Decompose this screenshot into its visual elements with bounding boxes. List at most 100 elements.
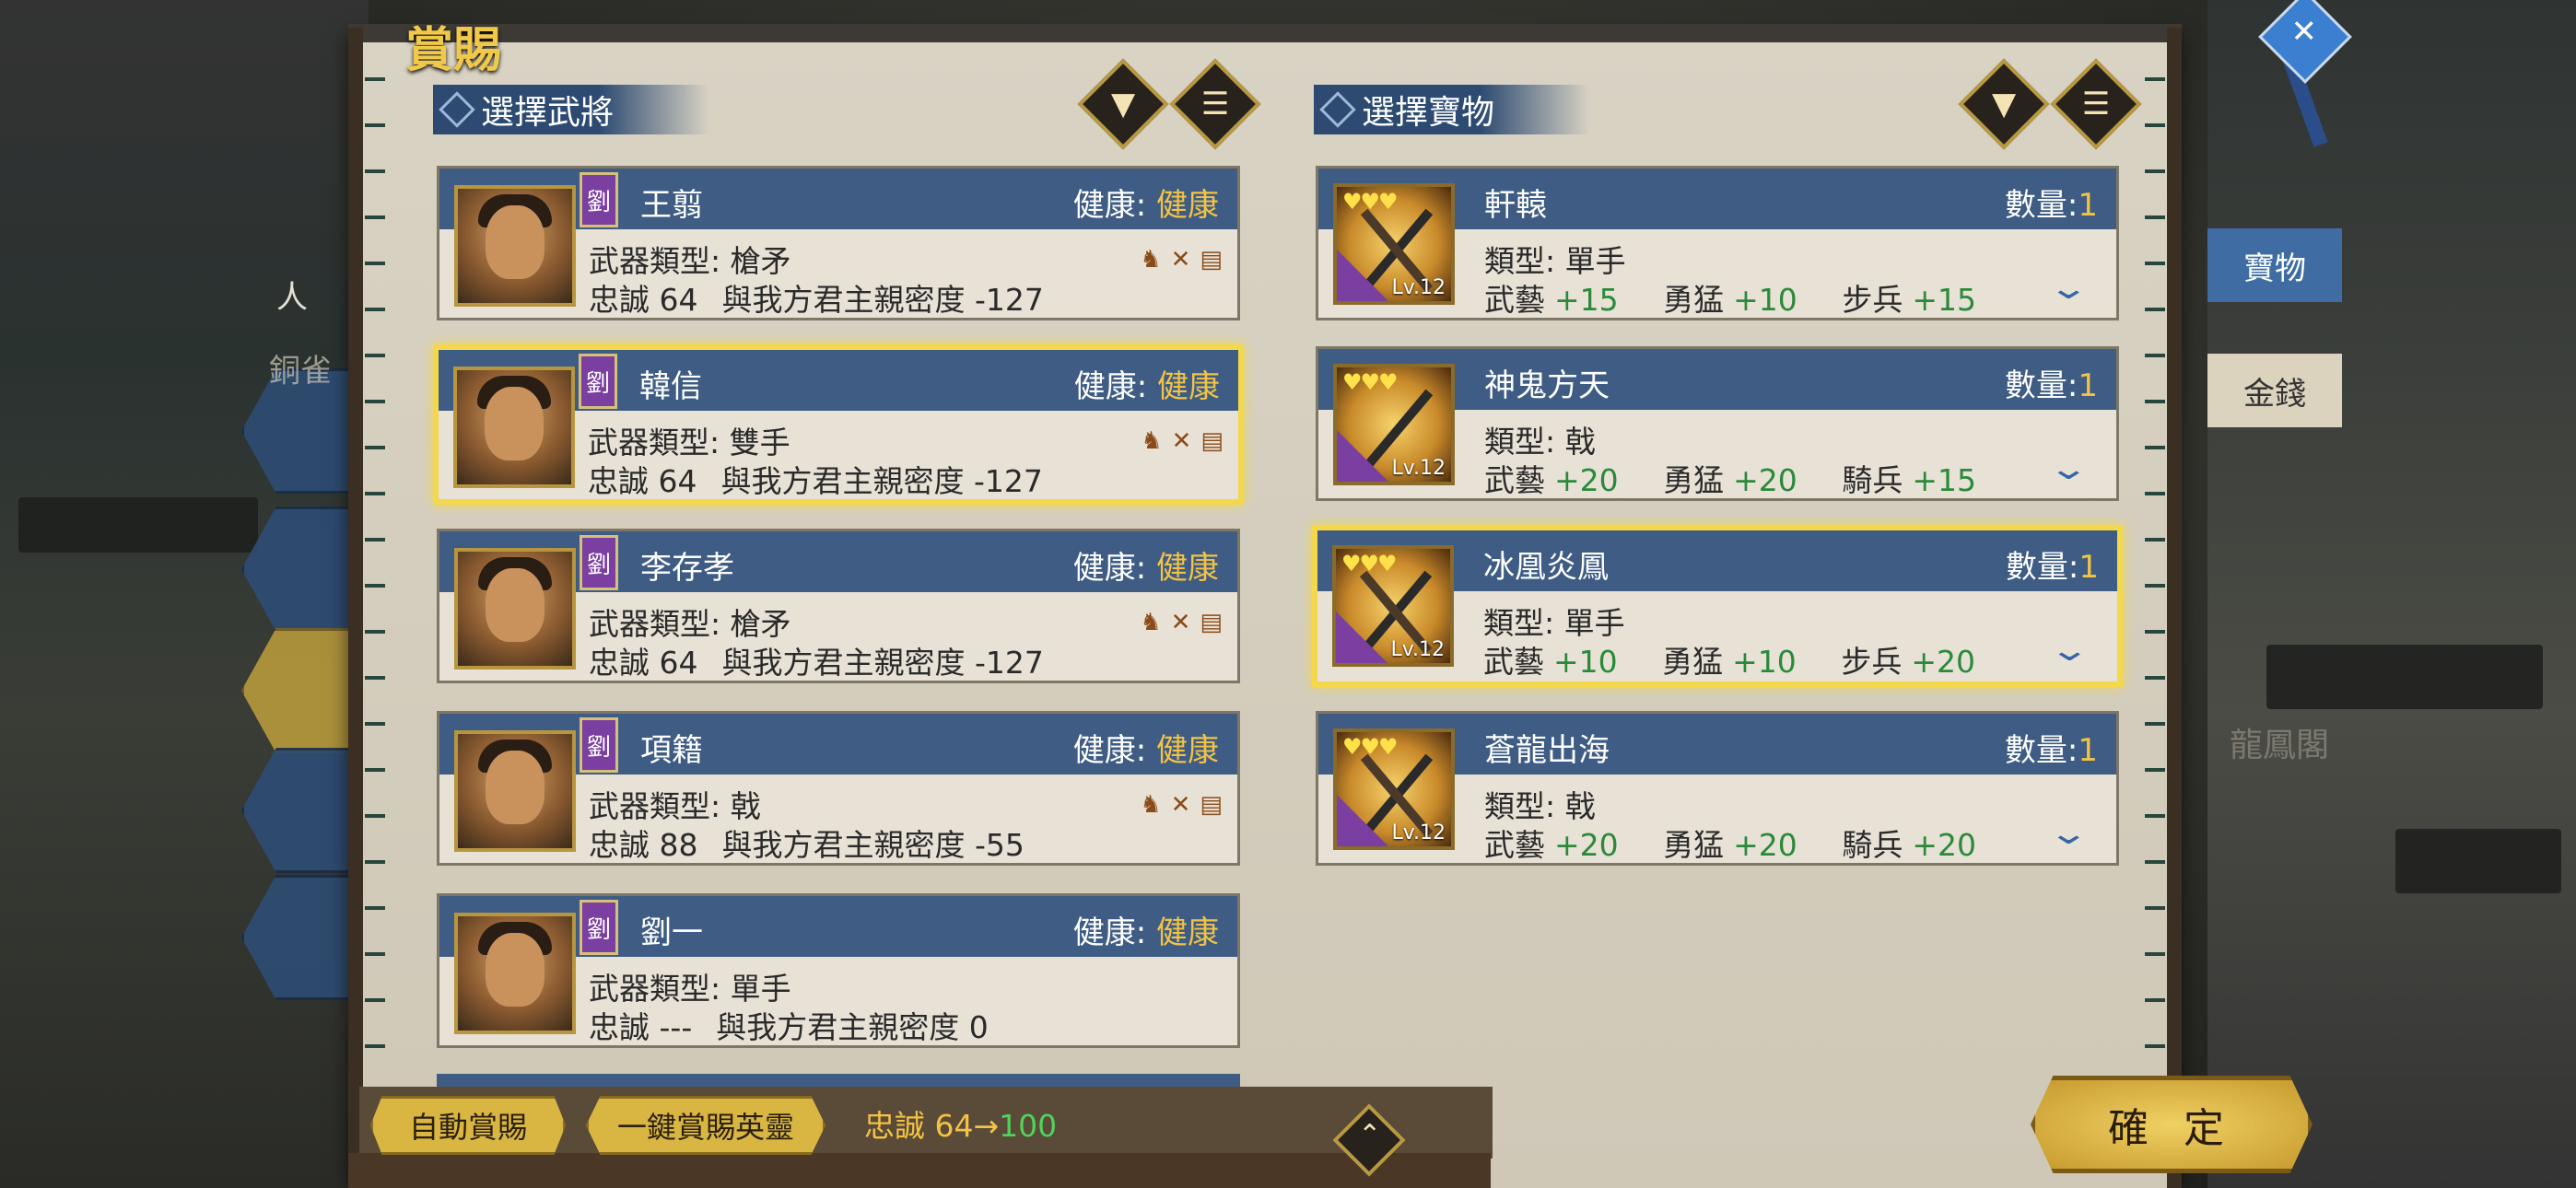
- scroll-rod-right: [2167, 28, 2182, 1188]
- list-icon: ☰: [2081, 85, 2111, 122]
- health-status: 健康: 健康: [1072, 550, 1219, 587]
- armor-icon: ▤: [1200, 246, 1223, 274]
- bottom-beam: [348, 1153, 1491, 1188]
- loyalty-intimacy: 忠誠 64 與我方君主親密度 -127: [589, 282, 1044, 318]
- panel-top-rod: [348, 24, 2182, 42]
- crossed-weapons-icon: ✕: [1170, 791, 1191, 819]
- items-section-header: 選擇寶物: [1314, 85, 1590, 134]
- horse-icon: ♞: [1141, 427, 1163, 455]
- next-card-peek: [437, 1074, 1240, 1087]
- background-building-label: 龍鳳閣: [2230, 727, 2330, 764]
- chain-right: [2145, 55, 2165, 1160]
- chain-left: [365, 55, 385, 1160]
- item-type: 類型: 單手: [1484, 243, 1626, 279]
- one-click-reward-button[interactable]: 一鍵賞賜英靈: [586, 1096, 825, 1155]
- background-roof: [2395, 829, 2561, 893]
- armor-icon: ▤: [1200, 609, 1223, 636]
- items-section-title: 選擇寶物: [1362, 94, 1495, 132]
- chevron-up-icon: ⌃: [1358, 1118, 1382, 1151]
- weapon-type: 武器類型: 雙手: [588, 425, 790, 460]
- general-name: 李存孝: [640, 550, 734, 587]
- halberd-icon: ♥♥♥ Lv.12: [1333, 364, 1455, 485]
- general-card[interactable]: 劉 李存孝 健康: 健康 武器類型: 槍矛 忠誠 64 與我方君主親密度 -127…: [437, 529, 1240, 683]
- general-name: 韓信: [639, 368, 702, 405]
- crossed-halberds-icon: ♥♥♥ Lv.12: [1333, 728, 1455, 850]
- item-type: 類型: 戟: [1484, 424, 1596, 460]
- chevron-down-icon[interactable]: ⌄: [2047, 270, 2090, 307]
- armor-icon: ▤: [1200, 427, 1224, 455]
- faction-badge: 劉: [580, 172, 618, 227]
- loyalty-intimacy: 忠誠 64 與我方君主親密度 -127: [589, 645, 1044, 681]
- item-name: 軒轅: [1484, 187, 1547, 224]
- health-status: 健康: 健康: [1073, 368, 1220, 405]
- item-quantity: 數量:1: [2004, 732, 2098, 769]
- tab-treasure[interactable]: 寶物: [2207, 228, 2342, 302]
- armor-icon: ▤: [1200, 791, 1223, 819]
- item-card-selected[interactable]: ♥♥♥ Lv.12 冰凰炎鳳 數量:1 類型: 單手 武藝 +10 勇猛 +10 步兵…: [1312, 525, 2123, 687]
- generals-section-header: 選擇武將: [433, 85, 709, 134]
- horse-icon: ♞: [1140, 791, 1162, 819]
- general-card[interactable]: 劉 劉一 健康: 健康 武器類型: 單手 忠誠 --- 與我方君主親密度 0: [437, 893, 1240, 1048]
- trait-icons: ♞ ✕ ▤: [1141, 427, 1224, 455]
- item-card[interactable]: ♥♥♥ Lv.12 神鬼方天 數量:1 類型: 戟 武藝 +20 勇猛 +20 騎兵 +…: [1316, 346, 2119, 501]
- filter-icon: ▼: [1110, 86, 1136, 122]
- tab-money[interactable]: 金錢: [2207, 354, 2342, 427]
- list-icon: ☰: [1200, 85, 1230, 122]
- general-name: 王翦: [640, 187, 703, 224]
- chevron-down-icon[interactable]: ⌄: [2047, 815, 2090, 852]
- general-portrait: [454, 548, 576, 670]
- weapon-type: 武器類型: 槍矛: [589, 243, 791, 279]
- general-card[interactable]: 劉 項籍 健康: 健康 武器類型: 戟 忠誠 88 與我方君主親密度 -55 ♞ ✕…: [437, 711, 1240, 866]
- faction-badge: 劉: [580, 900, 618, 955]
- twin-swords-icon: ♥♥♥ Lv.12: [1332, 545, 1454, 667]
- background-right-scenery: [2207, 0, 2576, 1188]
- background-roof: [2266, 645, 2543, 709]
- general-portrait: [454, 185, 576, 307]
- general-name: 劉一: [640, 914, 703, 951]
- weapon-type: 武器類型: 單手: [589, 971, 791, 1007]
- item-quantity: 數量:1: [2004, 367, 2098, 404]
- horse-icon: ♞: [1140, 246, 1162, 274]
- general-card[interactable]: 劉 王翦 健康: 健康 武器類型: 槍矛 忠誠 64 與我方君主親密度 -127 …: [437, 166, 1240, 320]
- loyalty-intimacy: 忠誠 --- 與我方君主親密度 0: [589, 1009, 989, 1045]
- item-stats: 武藝 +20 勇猛 +20 騎兵 +20: [1484, 827, 1976, 863]
- background-roof: [18, 497, 258, 553]
- health-status: 健康: 健康: [1072, 187, 1219, 224]
- item-type: 類型: 單手: [1483, 605, 1625, 641]
- auto-reward-button[interactable]: 自動賞賜: [370, 1096, 566, 1155]
- generals-section-title: 選擇武將: [481, 94, 615, 132]
- faction-badge: 劉: [580, 717, 618, 773]
- item-stats: 武藝 +10 勇猛 +10 步兵 +20: [1483, 644, 1975, 680]
- horse-icon: ♞: [1140, 609, 1162, 636]
- item-name: 神鬼方天: [1484, 367, 1610, 404]
- general-portrait: [454, 730, 576, 852]
- item-card[interactable]: ♥♥♥ Lv.12 軒轅 數量:1 類型: 單手 武藝 +15 勇猛 +10 步兵 +1…: [1316, 166, 2119, 320]
- item-name: 冰凰炎鳳: [1483, 549, 1609, 586]
- chevron-down-icon[interactable]: ⌄: [2047, 450, 2090, 487]
- diamond-icon: [439, 91, 475, 128]
- general-card-selected[interactable]: 劉 韓信 健康: 健康 武器類型: 雙手 忠誠 64 與我方君主親密度 -127 …: [433, 344, 1244, 505]
- item-stats: 武藝 +15 勇猛 +10 步兵 +15: [1484, 282, 1976, 318]
- item-name: 蒼龍出海: [1484, 732, 1610, 769]
- health-status: 健康: 健康: [1072, 732, 1219, 769]
- chevron-down-icon[interactable]: ⌄: [2048, 632, 2090, 669]
- filter-icon: ▼: [1991, 86, 2017, 122]
- diamond-icon: [1319, 91, 1356, 128]
- loyalty-intimacy: 忠誠 88 與我方君主親密度 -55: [589, 827, 1025, 863]
- page-title: 賞賜: [405, 23, 502, 78]
- general-name: 項籍: [640, 732, 703, 769]
- trait-icons: ♞ ✕ ▤: [1140, 609, 1223, 636]
- item-card[interactable]: ♥♥♥ Lv.12 蒼龍出海 數量:1 類型: 戟 武藝 +20 勇猛 +20 騎兵 +…: [1316, 711, 2119, 866]
- weapon-type: 武器類型: 戟: [589, 788, 761, 824]
- item-stats: 武藝 +20 勇猛 +20 騎兵 +15: [1484, 462, 1976, 498]
- side-label-people: 人: [276, 279, 308, 316]
- general-portrait: [454, 913, 576, 1034]
- loyalty-change: 忠誠 64→100: [864, 1108, 1058, 1144]
- crossed-weapons-icon: ✕: [1170, 246, 1191, 274]
- trait-icons: ♞ ✕ ▤: [1140, 246, 1223, 274]
- item-quantity: 數量:1: [2004, 187, 2098, 224]
- close-icon: ✕: [2290, 13, 2318, 51]
- loyalty-intimacy: 忠誠 64 與我方君主親密度 -127: [588, 463, 1043, 499]
- trait-icons: ♞ ✕ ▤: [1140, 791, 1223, 819]
- confirm-button[interactable]: 確 定: [2031, 1076, 2313, 1173]
